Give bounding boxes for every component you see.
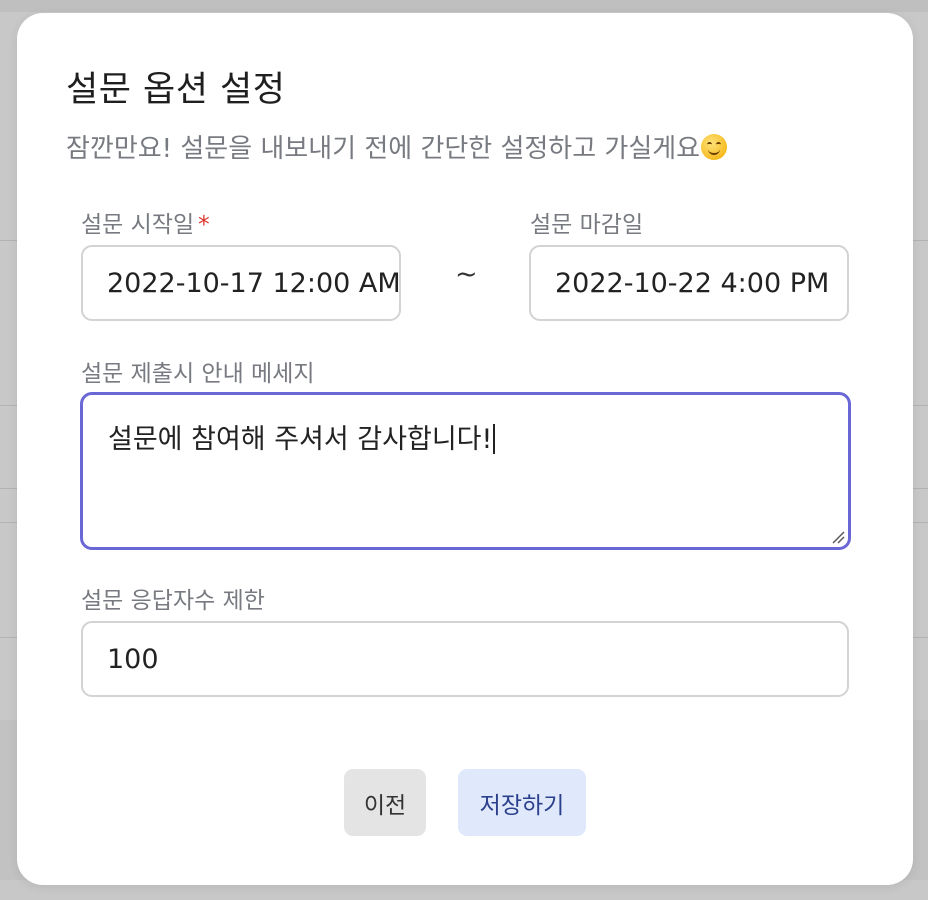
required-mark: *	[198, 212, 210, 238]
save-button[interactable]: 저장하기	[458, 769, 586, 836]
start-date-input[interactable]: 2022-10-17 12:00 AM	[81, 245, 401, 321]
end-date-value: 2022-10-22 4:00 PM	[555, 267, 830, 299]
background-page	[0, 0, 928, 12]
start-date-value: 2022-10-17 12:00 AM	[107, 267, 401, 299]
modal-subtitle-text: 잠깐만요! 설문을 내보내기 전에 간단한 설정하고 가실게요	[66, 134, 701, 164]
prev-button[interactable]: 이전	[344, 769, 426, 836]
smiling-face-icon	[701, 134, 728, 160]
resize-handle-icon[interactable]	[831, 530, 845, 544]
end-date-input[interactable]: 2022-10-22 4:00 PM	[529, 245, 849, 321]
text-caret	[493, 424, 496, 454]
completion-message-textarea[interactable]: 설문에 참여해 주셔서 감사합니다!	[80, 392, 851, 550]
start-date-label: 설문 시작일 *	[81, 205, 210, 239]
end-date-label: 설문 마감일	[530, 212, 644, 238]
range-separator: ~	[455, 259, 478, 290]
completion-message-label: 설문 제출시 안내 메세지	[81, 361, 315, 387]
response-limit-input[interactable]: 100	[81, 621, 849, 697]
modal-subtitle: 잠깐만요! 설문을 내보내기 전에 간단한 설정하고 가실게요	[66, 128, 728, 165]
start-date-label-text: 설문 시작일	[81, 212, 195, 238]
survey-options-modal: 설문 옵션 설정 잠깐만요! 설문을 내보내기 전에 간단한 설정하고 가실게요…	[17, 13, 913, 885]
response-limit-value: 100	[107, 643, 159, 675]
completion-message-value: 설문에 참여해 주셔서 감사합니다!	[108, 424, 493, 455]
modal-title: 설문 옵션 설정	[66, 70, 286, 110]
response-limit-label: 설문 응답자수 제한	[81, 588, 265, 614]
